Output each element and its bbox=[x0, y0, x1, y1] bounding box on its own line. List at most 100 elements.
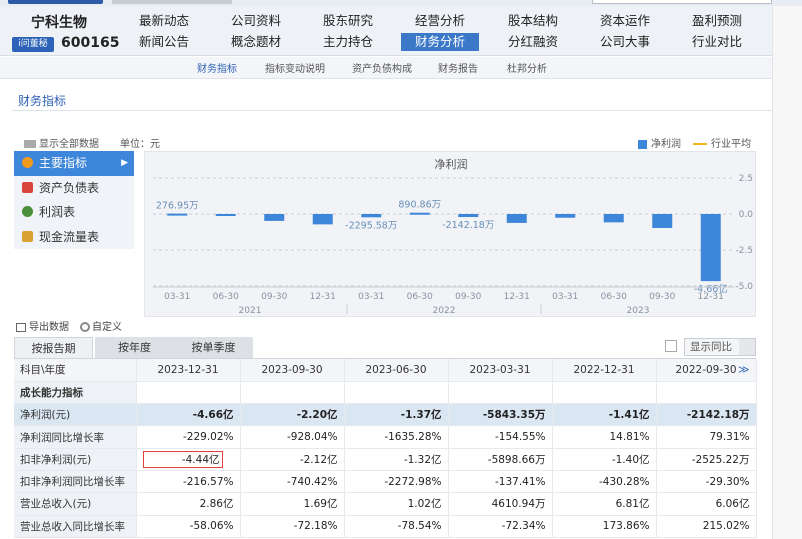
stock-code: 600165 bbox=[61, 35, 120, 51]
data-label: -2295.58万 bbox=[345, 220, 397, 231]
column-header[interactable]: 2023-03-31 bbox=[448, 359, 553, 382]
nav-financial-analysis[interactable]: 财务分析 bbox=[401, 33, 479, 51]
nav-shareholder-research[interactable]: 股东研究 bbox=[309, 12, 387, 30]
tab-by-report-period[interactable]: 按报告期 bbox=[14, 337, 93, 359]
table-cell: -928.04% bbox=[240, 425, 345, 449]
column-header[interactable]: 2023-09-30 bbox=[240, 359, 345, 382]
stock-header: 宁科生物 i问董秘 600165 最新动态 公司资料 股东研究 经营分析 股本结… bbox=[0, 6, 772, 56]
nav-share-structure[interactable]: 股本结构 bbox=[494, 12, 572, 30]
column-header[interactable]: 2022-09-30 ≫ bbox=[656, 359, 757, 382]
table-cell bbox=[136, 381, 241, 405]
customize-button[interactable]: 自定义 bbox=[80, 318, 122, 333]
table-cell: 6.06亿 bbox=[656, 492, 757, 516]
nav-operation-analysis[interactable]: 经营分析 bbox=[401, 12, 479, 30]
data-label: -2142.18万 bbox=[442, 220, 494, 231]
stock-name: 宁科生物 bbox=[31, 15, 87, 31]
yoy-checkbox[interactable] bbox=[665, 340, 677, 352]
side-item-balance-sheet[interactable]: 资产负债表 bbox=[14, 175, 134, 200]
table-cell: 6.81亿 bbox=[552, 492, 657, 516]
page-scrollbar[interactable] bbox=[772, 6, 802, 539]
show-all-data-toggle[interactable]: 显示全部数据 bbox=[24, 135, 99, 150]
ask-secretary-button[interactable]: i问董秘 bbox=[12, 37, 54, 52]
subnav-dupont-analysis[interactable]: 杜邦分析 bbox=[507, 60, 547, 75]
sun-icon bbox=[22, 157, 33, 168]
subnav-financial-indicators[interactable]: 财务指标 bbox=[197, 60, 237, 75]
bar bbox=[215, 214, 236, 216]
table-cell: -78.54% bbox=[344, 515, 449, 538]
table-cell bbox=[656, 381, 757, 405]
side-item-income-statement[interactable]: 利润表 bbox=[14, 200, 134, 225]
indicator-side-menu: 主要指标 ▶ 资产负债表 利润表 现金流量表 bbox=[14, 151, 134, 249]
column-header[interactable]: 2023-06-30 bbox=[344, 359, 449, 382]
tab-by-quarter[interactable]: 按单季度 bbox=[174, 337, 253, 359]
legend-series-label: 净利润 bbox=[651, 139, 681, 150]
subnav-indicator-notes[interactable]: 指标变动说明 bbox=[265, 60, 325, 75]
table-cell: -1.32亿 bbox=[344, 448, 449, 471]
nav-dividend-financing[interactable]: 分红融资 bbox=[494, 33, 572, 51]
table-row: 净利润同比增长率 -229.02% -928.04% -1635.28% -154.55… bbox=[14, 425, 757, 449]
x-tick-label: 09-30 bbox=[455, 292, 481, 302]
side-item-label: 利润表 bbox=[39, 205, 76, 219]
financial-table: 科目\年度 2023-12-31 2023-09-30 2023-06-30 2023… bbox=[14, 359, 757, 538]
nav-profit-forecast[interactable]: 盈利预测 bbox=[678, 12, 756, 30]
nav-capital-operation[interactable]: 资本运作 bbox=[586, 12, 664, 30]
sub-navigation: 财务指标 指标变动说明 资产负债构成 财务报告 杜邦分析 bbox=[0, 57, 772, 79]
table-cell: 215.02% bbox=[656, 515, 757, 538]
table-row: 成长能力指标 bbox=[14, 381, 757, 405]
x-tick-label: 03-31 bbox=[552, 292, 578, 302]
nav-industry-compare[interactable]: 行业对比 bbox=[678, 33, 756, 51]
bar bbox=[409, 212, 430, 215]
bar bbox=[700, 214, 721, 282]
table-cell: 1.02亿 bbox=[344, 492, 449, 516]
table-cell: 4610.94万 bbox=[448, 492, 553, 516]
corner-header: 科目\年度 bbox=[14, 359, 137, 382]
row-label: 扣非净利润(元) bbox=[14, 448, 137, 471]
nav-main-holdings[interactable]: 主力持仓 bbox=[309, 33, 387, 51]
side-item-label: 主要指标 bbox=[39, 156, 88, 170]
unit-label: 单位：元 bbox=[120, 139, 160, 150]
nav-latest-news[interactable]: 最新动态 bbox=[125, 12, 203, 30]
bar bbox=[312, 214, 333, 225]
yoy-dropdown[interactable]: 显示同比 bbox=[684, 338, 756, 356]
table-row: 净利润(元) -4.66亿 -2.20亿 -1.37亿 -5843.35万 -1.41亿 -… bbox=[14, 403, 757, 427]
y-tick-label: -2.5 bbox=[735, 246, 753, 256]
column-header[interactable]: 2023-12-31 bbox=[136, 359, 241, 382]
column-header[interactable]: 2022-12-31 bbox=[552, 359, 657, 382]
site-logo-fragment bbox=[8, 0, 103, 4]
bar bbox=[361, 214, 382, 218]
customize-label: 自定义 bbox=[92, 322, 122, 333]
export-data-button[interactable]: 导出数据 bbox=[16, 318, 69, 333]
x-tick-label: 09-30 bbox=[261, 292, 287, 302]
row-label: 净利润同比增长率 bbox=[14, 425, 137, 449]
x-tick-label: 03-31 bbox=[358, 292, 384, 302]
export-icon bbox=[16, 322, 26, 332]
search-input[interactable] bbox=[592, 0, 772, 4]
x-tick-label: 03-31 bbox=[164, 292, 190, 302]
table-cell: -2525.22万 bbox=[656, 448, 757, 471]
nav-news-announcements[interactable]: 新闻公告 bbox=[125, 33, 203, 51]
section-title: 财务指标 bbox=[18, 94, 67, 108]
highlighted-value: -4.44亿 bbox=[142, 450, 223, 468]
subnav-financial-reports[interactable]: 财务报告 bbox=[438, 60, 478, 75]
table-header-row: 科目\年度 2023-12-31 2023-09-30 2023-06-30 2023… bbox=[14, 359, 757, 382]
row-label: 净利润(元) bbox=[14, 403, 137, 427]
data-label: 276.95万 bbox=[156, 201, 199, 212]
tab-by-year[interactable]: 按年度 bbox=[95, 337, 174, 359]
coins-icon bbox=[22, 230, 33, 242]
side-item-main-indicators[interactable]: 主要指标 ▶ bbox=[14, 151, 134, 176]
table-cell: -72.34% bbox=[448, 515, 553, 538]
header-link-fragment bbox=[112, 0, 232, 4]
triangle-right-icon: ▶ bbox=[121, 158, 128, 168]
nav-concept-themes[interactable]: 概念题材 bbox=[217, 33, 295, 51]
more-columns-icon[interactable]: ≫ bbox=[738, 363, 750, 376]
table-cell: -154.55% bbox=[448, 425, 553, 449]
side-item-label: 现金流量表 bbox=[39, 229, 100, 244]
nav-company-events[interactable]: 公司大事 bbox=[586, 33, 664, 51]
subnav-balance-composition[interactable]: 资产负债构成 bbox=[352, 60, 412, 75]
side-item-cash-flow[interactable]: 现金流量表 bbox=[14, 224, 134, 249]
x-tick-label: 09-30 bbox=[649, 292, 675, 302]
table-cell: -2142.18万 bbox=[656, 403, 757, 427]
nav-company-info[interactable]: 公司资料 bbox=[217, 12, 295, 30]
table-cell: -1635.28% bbox=[344, 425, 449, 449]
table-cell bbox=[448, 381, 553, 405]
